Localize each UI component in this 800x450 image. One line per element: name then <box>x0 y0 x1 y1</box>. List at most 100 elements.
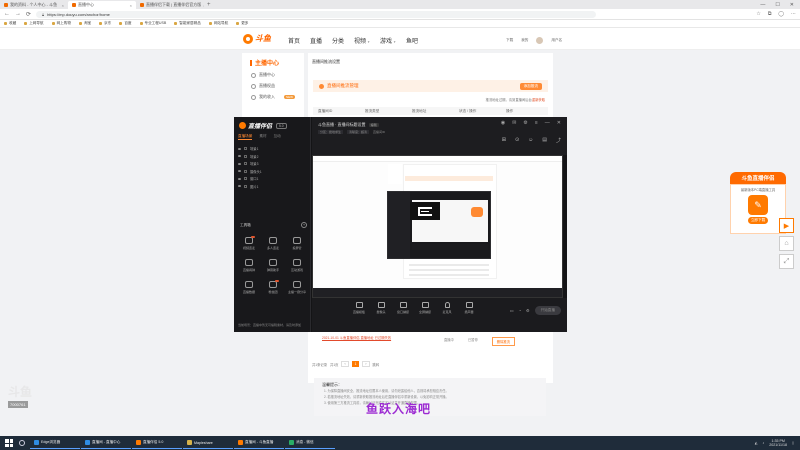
gift-icon[interactable]: ⊞ <box>502 137 506 144</box>
minimize-icon[interactable]: — <box>760 2 765 8</box>
avatar-icon[interactable]: ◉ <box>501 120 505 126</box>
tool-item[interactable]: 视频连麦 <box>237 236 261 250</box>
taskbar-item[interactable]: 直播间 - 直播中心 <box>81 437 131 449</box>
bookmark[interactable]: 网上购物 <box>51 21 71 26</box>
scene-item[interactable]: 场景1 <box>238 145 306 153</box>
lock-icon[interactable] <box>244 169 247 173</box>
bookmark[interactable]: 百度 <box>119 21 132 26</box>
tool-item[interactable]: 粉丝团 <box>261 280 285 294</box>
browser-tab[interactable]: 直播伴侣下载 | 直播伴侣官方版× <box>136 1 204 9</box>
mic-button[interactable]: 麦克风 <box>440 302 454 314</box>
scene-item[interactable]: 场景2 <box>238 153 306 161</box>
sidebar-item-rights[interactable]: 直播权益 <box>242 78 304 89</box>
download-link[interactable]: 下载 <box>506 38 513 43</box>
play-icon[interactable]: ▶ <box>779 218 794 233</box>
taskbar-item[interactable]: 直播间 - 斗鱼直播 <box>234 437 284 449</box>
bookmark[interactable]: 收藏 <box>4 21 16 26</box>
taskbar-item[interactable]: Edge浏览器 <box>30 437 80 449</box>
menu-icon[interactable]: ≡ <box>535 120 538 126</box>
download-ad[interactable]: 斗鱼直播伴侣 最新版本PC端直播工具 ✎ 立即下载 <box>730 172 786 234</box>
fans-icon[interactable]: ☺ <box>528 137 533 144</box>
back-icon[interactable]: ← <box>4 11 10 17</box>
eye-icon[interactable] <box>238 162 241 165</box>
camera-toggle-icon[interactable]: ▭ <box>510 308 514 313</box>
network-icon[interactable]: ◭ <box>755 441 758 445</box>
bookmark[interactable]: 更多 <box>236 21 248 26</box>
bookmark[interactable]: 智能家居精品 <box>174 21 201 26</box>
sidebar-item-income[interactable]: 我的收入 NEW <box>242 89 304 100</box>
close-icon[interactable]: × <box>130 3 132 8</box>
start-live-button[interactable]: 开始直播 <box>534 306 561 315</box>
close-icon[interactable]: × <box>203 3 204 8</box>
pager-prev[interactable]: ‹ <box>341 361 349 367</box>
volume-icon[interactable]: ♪ <box>762 441 764 445</box>
tool-item[interactable]: 多人连麦 <box>261 237 285 250</box>
tool-item[interactable]: 直播闹钟 <box>237 259 261 272</box>
browser-tab[interactable]: 我的资料 - 个人中心 - 斗鱼 × <box>0 1 68 9</box>
camera-button[interactable]: 摄像头 <box>374 302 388 314</box>
tool-item[interactable]: 投屏管 <box>285 237 309 250</box>
pager-next[interactable]: › <box>362 361 370 367</box>
bookmark[interactable]: 上网导航 <box>24 21 44 26</box>
eye-icon[interactable] <box>238 170 241 173</box>
speaker-button[interactable]: 扬声器 <box>462 302 476 314</box>
taskbar-item[interactable]: Mapleshare <box>183 437 233 449</box>
category-chip[interactable]: 分区：绝地求生 <box>318 130 344 134</box>
lock-icon[interactable] <box>244 177 247 181</box>
my-link[interactable]: 我的 <box>521 38 528 43</box>
delete-stream-button[interactable]: 删除推流 <box>491 337 515 346</box>
stats-icon[interactable]: ▤ <box>542 137 547 144</box>
pager-current[interactable]: 1 <box>351 361 360 367</box>
template-button[interactable]: 直播模板 <box>352 302 366 314</box>
settings-icon[interactable]: ⚙ <box>526 308 530 313</box>
nav-video[interactable]: 视频 <box>354 36 370 45</box>
pager-goto[interactable]: 跳转 <box>373 362 380 367</box>
tab-scenes[interactable]: 直播场景 <box>238 134 253 140</box>
eye-icon[interactable] <box>238 177 241 180</box>
home-icon[interactable]: ⌂ <box>779 236 794 251</box>
nav-category[interactable]: 分类 <box>332 36 344 45</box>
search-icon[interactable] <box>19 440 25 446</box>
close-icon[interactable]: ✕ <box>557 120 561 126</box>
bookmark[interactable]: 淘宝 <box>78 21 91 26</box>
edit-title-button[interactable]: 编辑 <box>368 123 379 127</box>
nav-game[interactable]: 游戏 <box>380 36 396 45</box>
menu-icon[interactable]: ⋯ <box>791 11 796 17</box>
profile-icon[interactable]: ◯ <box>778 11 784 17</box>
live-preview[interactable] <box>312 155 563 298</box>
avatar[interactable] <box>536 37 544 44</box>
tab-interact[interactable]: 互动 <box>274 134 281 140</box>
collections-icon[interactable]: ⧉ <box>768 11 772 17</box>
tool-item[interactable]: 直播数据 <box>237 281 261 294</box>
eye-icon[interactable] <box>238 155 241 158</box>
scene-item[interactable]: 图片1 <box>238 183 306 191</box>
notification-icon[interactable]: ▯ <box>792 441 794 445</box>
ad-download-button[interactable]: 立即下载 <box>747 217 769 224</box>
minimize-icon[interactable]: — <box>545 120 550 126</box>
tool-item[interactable]: 弹幕助手 <box>261 259 285 272</box>
tool-item[interactable]: 互动游戏 <box>285 259 309 272</box>
eye-icon[interactable] <box>238 147 241 150</box>
stats-icon[interactable]: ◔ <box>519 308 521 313</box>
lock-icon[interactable] <box>244 147 247 151</box>
close-icon[interactable]: × <box>62 3 64 8</box>
maximize-icon[interactable]: ☐ <box>775 2 779 8</box>
scene-item[interactable]: 摄像头1 <box>238 168 306 176</box>
sidebar-item-live-center[interactable]: 直播中心 <box>242 67 304 78</box>
url-input[interactable]: 🔒︎ https://mp.douyu.com/anchor/home <box>36 10 597 18</box>
lock-icon[interactable] <box>244 162 247 166</box>
settings-icon[interactable]: ⚙ <box>523 120 527 126</box>
eye-icon[interactable] <box>238 185 241 188</box>
screen-capture-button[interactable]: 全屏捕捉 <box>418 302 432 314</box>
close-window-icon[interactable]: ✕ <box>790 2 794 8</box>
nav-home[interactable]: 首页 <box>288 36 300 45</box>
clock[interactable]: 1:35 PM 2021/11/18 <box>769 439 787 448</box>
taskbar-item[interactable]: 直播伴侣 5.0 <box>132 437 182 449</box>
scene-item[interactable]: 场景3 <box>238 160 306 168</box>
window-capture-button[interactable]: 窗口捕捉 <box>396 302 410 314</box>
share-icon[interactable]: ⤴ <box>556 137 561 144</box>
record-icon[interactable]: ⊙ <box>515 137 519 144</box>
forward-icon[interactable]: → <box>15 11 21 17</box>
scene-item[interactable]: 窗口1 <box>238 175 306 183</box>
bookmark[interactable]: 网站导航 <box>208 21 228 26</box>
